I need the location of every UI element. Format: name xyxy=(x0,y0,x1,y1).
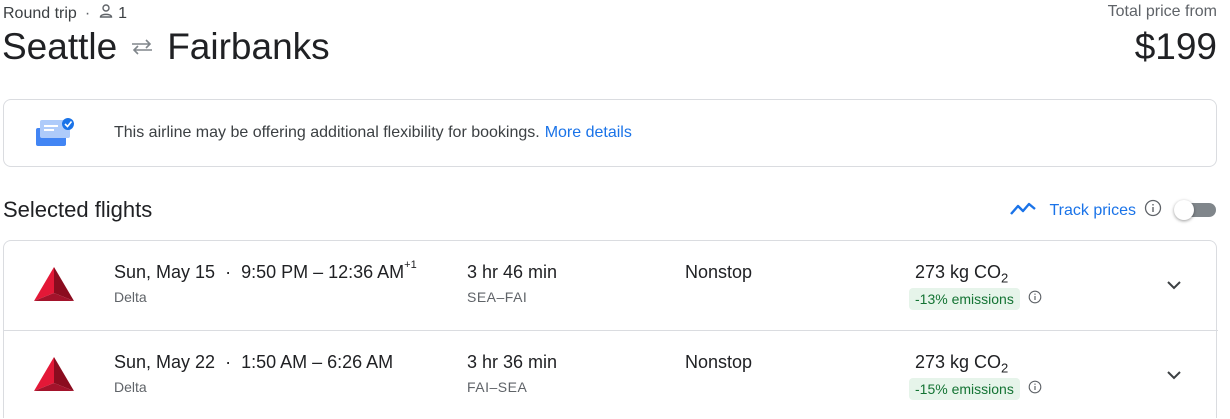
track-prices-label[interactable]: Track prices xyxy=(1049,202,1136,220)
delta-logo-icon xyxy=(32,355,76,393)
destination-city: Fairbanks xyxy=(167,26,330,67)
origin-city: Seattle xyxy=(2,26,118,67)
flight-date: Sun, May 15 xyxy=(114,262,216,282)
airline-name: Delta xyxy=(114,289,147,305)
info-icon[interactable] xyxy=(1028,290,1042,309)
airport-codes: SEA–FAI xyxy=(467,289,528,305)
flight-row-return[interactable]: Sun, May 22 · 1:50 AM – 6:26 AM Delta 3 hr… xyxy=(4,330,1218,419)
trend-line-icon xyxy=(1009,199,1037,222)
emissions-info: -15% emissions xyxy=(909,377,1042,401)
delta-logo-icon xyxy=(32,265,76,303)
total-price: $199 xyxy=(1134,26,1217,67)
emissions-info: -13% emissions xyxy=(909,287,1042,311)
selected-flights-card: Sun, May 15 · 9:50 PM – 12:36 AM+1 Delta 3… xyxy=(3,240,1218,419)
emissions-badge: -13% emissions xyxy=(909,288,1020,310)
track-prices-toggle[interactable] xyxy=(1174,200,1218,220)
flight-time-range: 1:50 AM – 6:26 AM xyxy=(241,352,394,372)
flight-row-outbound[interactable]: Sun, May 15 · 9:50 PM – 12:36 AM+1 Delta 3… xyxy=(4,241,1218,329)
banner-message: This airline may be offering additional … xyxy=(114,124,540,141)
flight-times: Sun, May 15 · 9:50 PM – 12:36 AM+1 xyxy=(114,259,417,283)
co2-subscript: 2 xyxy=(1001,270,1009,286)
info-icon[interactable] xyxy=(1028,380,1042,399)
info-icon[interactable] xyxy=(1144,199,1162,222)
passenger-count[interactable]: 1 xyxy=(118,5,127,23)
swap-arrows-icon xyxy=(129,38,155,56)
emissions-badge: -15% emissions xyxy=(909,378,1020,400)
trip-meta: Round trip · 1 xyxy=(3,3,127,24)
co2-value: 273 kg CO2 xyxy=(915,262,1008,286)
airport-codes: FAI–SEA xyxy=(467,379,528,395)
co2-amount: 273 kg CO xyxy=(915,262,1002,282)
date-separator: · xyxy=(225,262,232,282)
flight-times: Sun, May 22 · 1:50 AM – 6:26 AM xyxy=(114,352,393,373)
banner-text: This airline may be offering additional … xyxy=(114,124,632,142)
meta-separator: · xyxy=(84,4,91,22)
chevron-down-icon[interactable] xyxy=(1164,365,1184,385)
chevron-down-icon[interactable] xyxy=(1164,275,1184,295)
day-offset: +1 xyxy=(404,259,417,271)
route-title: Seattle Fairbanks xyxy=(2,26,330,68)
co2-value: 273 kg CO2 xyxy=(915,352,1008,376)
track-prices[interactable]: Track prices xyxy=(1009,199,1162,222)
co2-subscript: 2 xyxy=(1001,360,1009,376)
flight-date: Sun, May 22 xyxy=(114,352,216,372)
flexibility-banner: This airline may be offering additional … xyxy=(3,99,1217,167)
flight-time-range: 9:50 PM – 12:36 AM xyxy=(241,262,405,282)
selected-flights-title: Selected flights xyxy=(3,197,153,222)
ticket-flexibility-icon xyxy=(34,116,76,150)
trip-type[interactable]: Round trip xyxy=(3,5,77,23)
flight-duration: 3 hr 46 min xyxy=(467,262,558,282)
flight-duration: 3 hr 36 min xyxy=(467,352,558,372)
stops-info: Nonstop xyxy=(685,262,753,282)
date-separator: · xyxy=(225,352,232,372)
co2-amount: 273 kg CO xyxy=(915,352,1002,372)
toggle-knob xyxy=(1174,200,1194,220)
person-icon xyxy=(98,3,118,24)
total-price-label: Total price from xyxy=(1107,3,1217,20)
stops-info: Nonstop xyxy=(685,352,753,372)
airline-name: Delta xyxy=(114,379,147,395)
more-details-link[interactable]: More details xyxy=(545,124,632,141)
